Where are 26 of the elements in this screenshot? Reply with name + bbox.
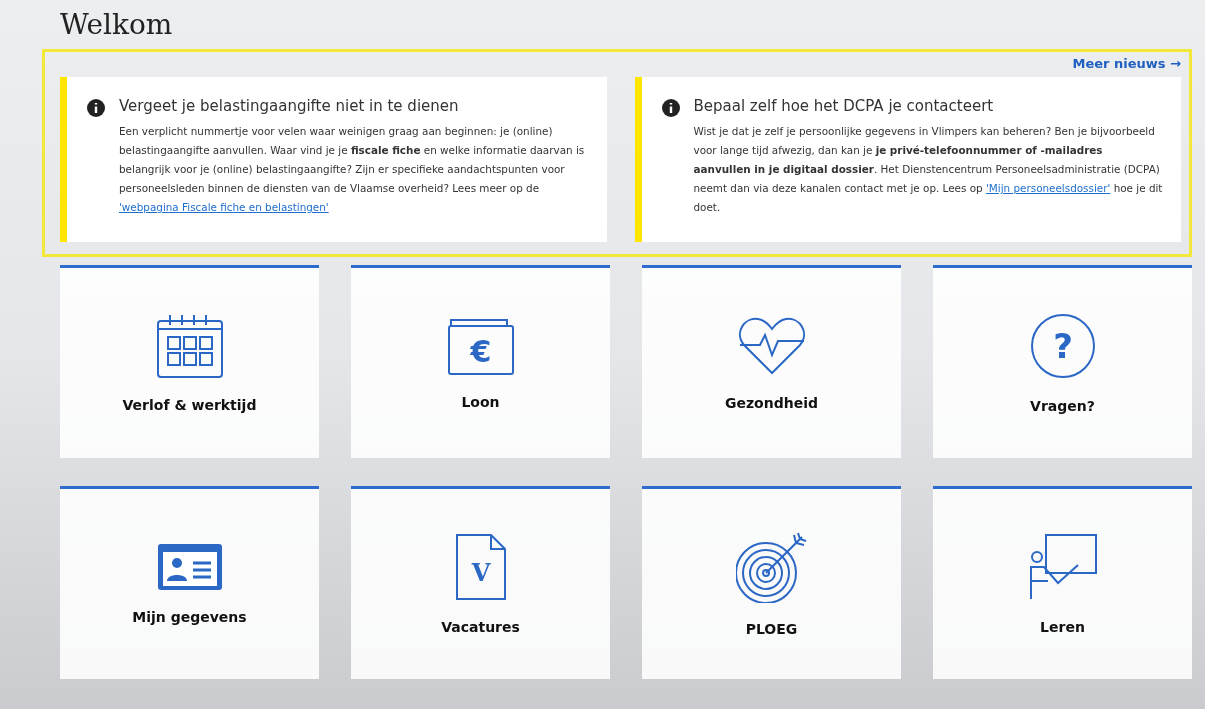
navigation-tile[interactable]: Verlof & werktijd [60,265,319,458]
icon-letter: € [470,334,491,369]
navigation-tile[interactable]: ? Vragen? [933,265,1192,458]
info-icon [87,99,105,117]
id-card-icon [156,543,223,591]
icon-letter: V [471,558,490,587]
more-news-link[interactable]: Meer nieuws → [1072,56,1181,71]
navigation-tile[interactable]: Mijn gegevens [60,486,319,679]
target-icon [735,531,808,603]
news-title: Bepaal zelf hoe het DCPA je contacteert [693,97,995,115]
news-link[interactable]: 'webpagina Fiscale fiche en belastingen' [119,201,329,213]
heart-rate-icon [737,315,806,377]
news-text: Wist je dat je zelf je persoonlijke gegevens in Vlimpers kan beheren? Ben je bijvoorbeeld voor lange tijd afwezig, dan kan je je privé-telefoonnummer of -mailadres aanvullen in je digitaal dossier. Het Dienstencentrum Personeelsadministratie (DCPA) neemt dan via deze kanalen contact met je op. Lees op 'Mijn personeelsdossier' hoe je dit doet. [693,124,1163,215]
news-text: Een verplicht nummertje voor velen waar weinigen graag aan beginnen: je (online) belastingaangifte aanvullen. Waar vind je je fiscale fiche en welke informatie daarvan is belangrijk voor je (online) belastingaangifte? Zijn er specifieke aandachtspunten voor personeelsleden binnen de diensten van de Vlaamse overheid? Lees meer op de 'webpagina Fiscale fiche en belastingen' [119,124,586,215]
navigation-tile[interactable]: Gezondheid [642,265,901,458]
navigation-tile[interactable]: V Vacatures [351,486,610,679]
teacher-icon [1027,533,1098,601]
page-title: Welkom [60,8,174,41]
news-link[interactable]: 'Mijn personeelsdossier' [986,182,1111,194]
calendar-icon [155,313,224,379]
navigation-tile[interactable]: PLOEG [642,486,901,679]
icon-letter: ? [1052,326,1073,366]
navigation-tile[interactable]: Leren [933,486,1192,679]
info-icon [661,99,680,117]
news-title: Vergeet je belastingaangifte niet in te dienen [119,97,460,115]
navigation-tile[interactable]: € Loon [351,265,610,458]
